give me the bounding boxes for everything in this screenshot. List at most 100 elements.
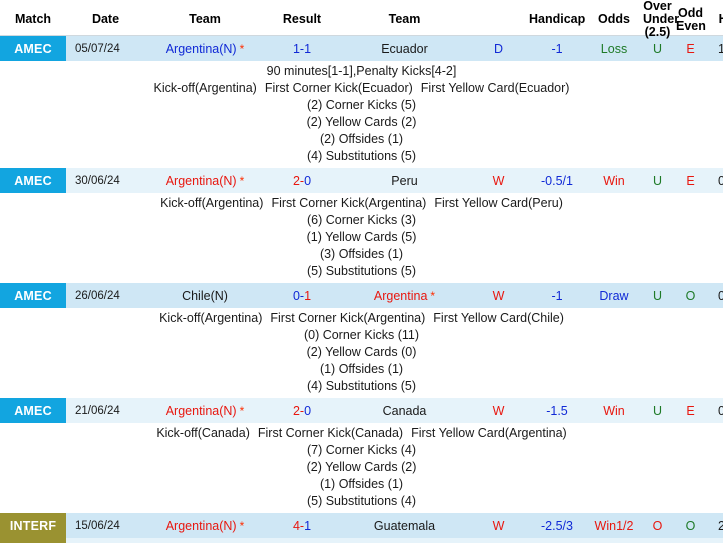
match-outcome: W bbox=[470, 174, 527, 188]
competition-badge[interactable]: AMEC bbox=[0, 168, 66, 193]
match-duration-summary: 90 minutes[1-1],Penalty Kicks[4-2] bbox=[0, 63, 723, 80]
table-row[interactable]: INTERF10/06/24Argentina(N)*1-0EcuadorW-1… bbox=[0, 538, 723, 543]
final-score: 2-0 bbox=[265, 174, 339, 188]
match-stat-line: (2) Yellow Cards (0) bbox=[0, 344, 723, 361]
home-team[interactable]: Chile(N) bbox=[145, 289, 265, 303]
odds-result: Loss bbox=[587, 42, 641, 56]
first-event: Kick-off(Argentina) bbox=[159, 311, 262, 325]
first-events-line: Kick-off(Canada)First Corner Kick(Canada… bbox=[0, 425, 723, 442]
final-score: 2-0 bbox=[265, 404, 339, 418]
away-goals: 0 bbox=[304, 174, 311, 188]
match-detail-panel: Kick-off(Argentina) First Corner Kick(Arg… bbox=[0, 308, 723, 398]
away-goals: 1 bbox=[304, 519, 311, 533]
header-cell-odd-even: Odd Even bbox=[674, 7, 707, 33]
first-event: First Yellow Card(Peru) bbox=[434, 196, 563, 210]
match-outcome: W bbox=[470, 519, 527, 533]
header-cell-away-team: Team bbox=[339, 13, 470, 26]
match-outcome: W bbox=[470, 289, 527, 303]
over-under-25-result: U bbox=[641, 289, 674, 303]
home-team-label: Chile(N) bbox=[182, 289, 228, 303]
away-team[interactable]: Guatemala bbox=[339, 519, 470, 533]
match-date: 05/07/24 bbox=[66, 43, 145, 55]
odd-even-result: O bbox=[674, 519, 707, 533]
match-stat-line: (4) Substitutions (5) bbox=[0, 148, 723, 165]
home-advantage-star-icon: * bbox=[240, 405, 245, 417]
away-team[interactable]: Argentina* bbox=[339, 289, 470, 303]
over-under-25-result: U bbox=[641, 174, 674, 188]
handicap-line: -1 bbox=[527, 42, 587, 56]
home-team[interactable]: Argentina(N)* bbox=[145, 174, 265, 188]
match-date: 15/06/24 bbox=[66, 520, 145, 532]
match-outcome: W bbox=[470, 404, 527, 418]
match-stat-line: (2) Corner Kicks (5) bbox=[0, 97, 723, 114]
match-stat-line: (2) Yellow Cards (2) bbox=[0, 114, 723, 131]
handicap-line: -0.5/1 bbox=[527, 174, 587, 188]
match-stat-line: (2) Yellow Cards (2) bbox=[0, 459, 723, 476]
half-time-score: 0-0 bbox=[707, 289, 723, 303]
away-goals: 1 bbox=[304, 42, 311, 56]
home-goals: 4 bbox=[293, 519, 300, 533]
away-team[interactable]: Peru bbox=[339, 174, 470, 188]
match-stat-line: (4) Substitutions (5) bbox=[0, 378, 723, 395]
home-team[interactable]: Argentina(N)* bbox=[145, 404, 265, 418]
home-team-label: Argentina(N) bbox=[166, 174, 237, 188]
match-detail-panel: Kick-off(Argentina)First Corner Kick(Arg… bbox=[0, 193, 723, 283]
odd-even-result: O bbox=[674, 289, 707, 303]
handicap-line: -1.5 bbox=[527, 404, 587, 418]
home-goals: 2 bbox=[293, 174, 300, 188]
match-stat-line: (7) Corner Kicks (4) bbox=[0, 442, 723, 459]
competition-badge[interactable]: INTERF bbox=[0, 513, 66, 538]
odd-even-result: E bbox=[674, 404, 707, 418]
first-event: First Corner Kick(Argentina) bbox=[270, 311, 425, 325]
away-team-label: Canada bbox=[383, 404, 427, 418]
header-cell-odds: Odds bbox=[587, 13, 641, 26]
away-team[interactable]: Ecuador bbox=[339, 42, 470, 56]
half-time-score: 0-0 bbox=[707, 404, 723, 418]
handicap-line: -2.5/3 bbox=[527, 519, 587, 533]
home-team[interactable]: Argentina(N)* bbox=[145, 519, 265, 533]
away-team-label: Argentina bbox=[374, 289, 428, 303]
odds-result: Draw bbox=[587, 289, 641, 303]
first-event: First Corner Kick(Ecuador) bbox=[265, 81, 413, 95]
away-team[interactable]: Canada bbox=[339, 404, 470, 418]
header-cell-over-under-25: Over Under (2.5) bbox=[641, 0, 674, 39]
table-row[interactable]: AMEC30/06/24Argentina(N)*2-0PeruW-0.5/1W… bbox=[0, 168, 723, 193]
first-events-line: Kick-off(Argentina) First Corner Kick(Arg… bbox=[0, 310, 723, 327]
home-advantage-star-icon: * bbox=[430, 290, 435, 302]
match-outcome: D bbox=[470, 42, 527, 56]
header-cell-match: Match bbox=[0, 13, 66, 26]
home-team[interactable]: Argentina(N)* bbox=[145, 42, 265, 56]
first-event: First Yellow Card(Ecuador) bbox=[421, 81, 570, 95]
odd-even-result: E bbox=[674, 42, 707, 56]
odds-result: Win bbox=[587, 404, 641, 418]
table-row[interactable]: INTERF15/06/24Argentina(N)*4-1GuatemalaW… bbox=[0, 513, 723, 538]
match-stat-line: (5) Substitutions (5) bbox=[0, 263, 723, 280]
handicap-line: -1 bbox=[527, 289, 587, 303]
half-time-score: 1-0 bbox=[707, 42, 723, 56]
table-row[interactable]: AMEC21/06/24Argentina(N)*2-0CanadaW-1.5W… bbox=[0, 398, 723, 423]
match-stat-line: (6) Corner Kicks (3) bbox=[0, 212, 723, 229]
away-team-label: Ecuador bbox=[381, 42, 428, 56]
home-team-label: Argentina(N) bbox=[166, 404, 237, 418]
table-row[interactable]: AMEC05/07/24Argentina(N)*1-1EcuadorD-1Lo… bbox=[0, 36, 723, 61]
home-team-label: Argentina(N) bbox=[166, 42, 237, 56]
first-event: First Yellow Card(Argentina) bbox=[411, 426, 567, 440]
first-events-line: Kick-off(Argentina) First Corner Kick(Ecu… bbox=[0, 80, 723, 97]
competition-badge[interactable]: AMEC bbox=[0, 36, 66, 61]
match-stat-line: (1) Offsides (1) bbox=[0, 476, 723, 493]
competition-badge[interactable]: AMEC bbox=[0, 283, 66, 308]
table-body: AMEC05/07/24Argentina(N)*1-1EcuadorD-1Lo… bbox=[0, 36, 723, 543]
competition-badge[interactable]: INTERF bbox=[0, 538, 66, 543]
header-cell-ht: HT bbox=[707, 13, 723, 26]
final-score: 0-1 bbox=[265, 289, 339, 303]
over-under-25-result: U bbox=[641, 404, 674, 418]
home-goals: 2 bbox=[293, 404, 300, 418]
match-stat-line: (3) Offsides (1) bbox=[0, 246, 723, 263]
table-row[interactable]: AMEC26/06/24Chile(N)0-1Argentina*W-1Draw… bbox=[0, 283, 723, 308]
over-under-25-result: O bbox=[641, 519, 674, 533]
odds-result: Win bbox=[587, 174, 641, 188]
competition-badge[interactable]: AMEC bbox=[0, 398, 66, 423]
first-event: Kick-off(Argentina) bbox=[154, 81, 257, 95]
away-goals: 0 bbox=[304, 404, 311, 418]
final-score: 4-1 bbox=[265, 519, 339, 533]
